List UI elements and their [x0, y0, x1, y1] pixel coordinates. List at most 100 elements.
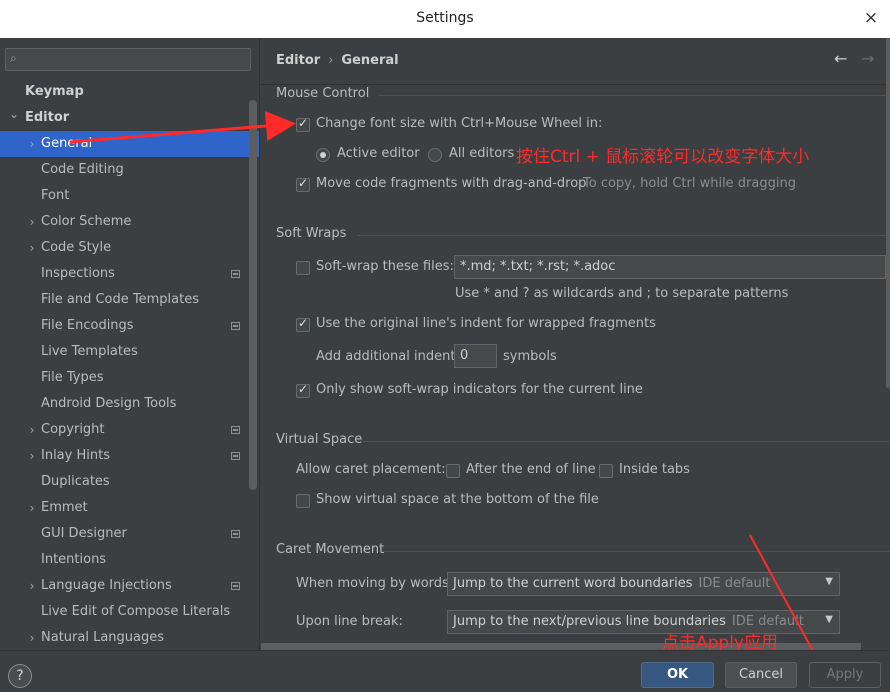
section-mouse-control: Mouse Control: [276, 86, 370, 101]
move-fragments-label: Move code fragments with drag-and-drop: [316, 176, 587, 191]
line-break-dropdown[interactable]: Jump to the next/previous line boundarie…: [447, 610, 840, 634]
sidebar-item-editor[interactable]: ⌄ Editor: [0, 105, 259, 131]
soft-wrap-patterns-input[interactable]: *.md; *.txt; *.rst; *.adoc: [454, 255, 886, 279]
sidebar-item-color-scheme[interactable]: › Color Scheme: [0, 209, 259, 235]
sidebar-item-label: Language Injections: [41, 578, 172, 593]
wildcard-hint: Use * and ? as wildcards and ; to separa…: [455, 286, 789, 301]
settings-sidebar: ⌕ Keymap ⌄ Editor › General Code Editing Font ›…: [0, 38, 260, 650]
sidebar-item-label: Duplicates: [41, 474, 110, 489]
help-icon[interactable]: ?: [8, 664, 32, 688]
sidebar-item-live-edit-of-compose-literals[interactable]: Live Edit of Compose Literals: [0, 599, 259, 625]
sidebar-item-file-and-code-templates[interactable]: File and Code Templates: [0, 287, 259, 313]
sidebar-item-label: File Types: [41, 370, 104, 385]
sidebar-item-label: Android Design Tools: [41, 396, 177, 411]
chevron-down-icon[interactable]: ⌄: [8, 101, 20, 127]
chevron-right-icon[interactable]: ›: [26, 573, 38, 599]
sidebar-item-general[interactable]: › General: [0, 131, 259, 157]
sidebar-item-font[interactable]: Font: [0, 183, 259, 209]
sidebar-item-label: Inlay Hints: [41, 448, 110, 463]
chevron-right-icon[interactable]: ›: [26, 209, 38, 235]
sidebar-item-label: General: [41, 136, 93, 151]
after-end-checkbox[interactable]: [446, 464, 460, 478]
sidebar-item-android-design-tools[interactable]: Android Design Tools: [0, 391, 259, 417]
sidebar-item-label: File Encodings: [41, 318, 134, 333]
sidebar-item-emmet[interactable]: › Emmet: [0, 495, 259, 521]
additional-indent-input[interactable]: 0: [454, 344, 497, 368]
chevron-right-icon[interactable]: ›: [26, 495, 38, 521]
active-editor-label: Active editor: [337, 146, 420, 161]
sidebar-item-label: Code Editing: [41, 162, 124, 177]
breadcrumb-general: General: [341, 53, 399, 68]
change-font-size-checkbox[interactable]: [296, 116, 310, 132]
sidebar-item-code-style[interactable]: › Code Style: [0, 235, 259, 261]
sidebar-item-live-templates[interactable]: Live Templates: [0, 339, 259, 365]
project-scope-icon: [231, 582, 240, 590]
inside-tabs-checkbox[interactable]: [599, 464, 613, 478]
active-editor-radio[interactable]: [316, 148, 330, 162]
symbols-label: symbols: [503, 349, 557, 364]
original-indent-checkbox[interactable]: [296, 316, 310, 332]
sidebar-item-keymap[interactable]: Keymap: [0, 79, 259, 105]
sidebar-item-label: Color Scheme: [41, 214, 132, 229]
sidebar-scrollbar[interactable]: [249, 100, 257, 490]
sidebar-item-natural-languages[interactable]: › Natural Languages: [0, 625, 259, 650]
move-fragments-checkbox[interactable]: [296, 176, 310, 192]
breadcrumb-separator: ›: [328, 53, 334, 68]
chevron-right-icon[interactable]: ›: [26, 235, 38, 261]
sidebar-item-duplicates[interactable]: Duplicates: [0, 469, 259, 495]
change-font-size-label: Change font size with Ctrl+Mouse Wheel i…: [316, 116, 603, 131]
additional-indent-label: Add additional indent:: [316, 349, 460, 364]
window-title: Settings: [416, 10, 474, 26]
search-input[interactable]: ⌕: [5, 48, 251, 71]
section-caret-movement: Caret Movement: [276, 542, 385, 557]
sidebar-item-label: Natural Languages: [41, 630, 165, 645]
project-scope-icon: [231, 452, 240, 460]
close-icon[interactable]: ×: [860, 6, 882, 30]
show-virtual-space-checkbox[interactable]: [296, 494, 310, 508]
section-divider: [383, 551, 890, 552]
original-indent-label: Use the original line's indent for wrapp…: [316, 316, 656, 331]
sidebar-item-file-encodings[interactable]: File Encodings: [0, 313, 259, 339]
only-current-line-checkbox[interactable]: [296, 382, 310, 398]
sidebar-item-inspections[interactable]: Inspections: [0, 261, 259, 287]
cancel-button[interactable]: Cancel: [725, 662, 797, 688]
sidebar-item-label: Live Edit of Compose Literals: [41, 604, 231, 619]
project-scope-icon: [231, 322, 240, 330]
by-words-dropdown[interactable]: Jump to the current word boundaries IDE d…: [447, 572, 840, 596]
soft-wrap-files-checkbox[interactable]: [296, 261, 310, 275]
sidebar-item-copyright[interactable]: › Copyright: [0, 417, 259, 443]
sidebar-item-gui-designer[interactable]: GUI Designer: [0, 521, 259, 547]
section-divider: [357, 235, 890, 236]
sidebar-item-language-injections[interactable]: › Language Injections: [0, 573, 259, 599]
chevron-right-icon[interactable]: ›: [26, 417, 38, 443]
section-soft-wraps: Soft Wraps: [276, 226, 347, 241]
all-editors-radio[interactable]: [428, 148, 442, 162]
chevron-right-icon[interactable]: ›: [26, 625, 38, 650]
sidebar-item-label: Intentions: [41, 552, 107, 567]
content-scrollbar[interactable]: [886, 38, 890, 388]
allow-caret-label: Allow caret placement:: [296, 462, 446, 477]
sidebar-item-file-types[interactable]: File Types: [0, 365, 259, 391]
sidebar-item-code-editing[interactable]: Code Editing: [0, 157, 259, 183]
chevron-right-icon[interactable]: ›: [26, 131, 38, 157]
sidebar-item-label: Font: [41, 188, 70, 203]
sidebar-item-label: Inspections: [41, 266, 115, 281]
sidebar-item-intentions[interactable]: Intentions: [0, 547, 259, 573]
all-editors-label: All editors: [449, 146, 515, 161]
by-words-label: When moving by words:: [296, 576, 454, 591]
move-fragments-hint: To copy, hold Ctrl while dragging: [583, 176, 796, 191]
chevron-right-icon[interactable]: ›: [26, 443, 38, 469]
forward-arrow-icon[interactable]: →: [861, 49, 874, 68]
line-break-default-tag: IDE default: [731, 614, 804, 629]
sidebar-item-label: Code Style: [41, 240, 112, 255]
back-arrow-icon[interactable]: ←: [834, 49, 847, 68]
sidebar-item-label: Live Templates: [41, 344, 138, 359]
ok-button[interactable]: OK: [641, 662, 714, 688]
after-end-label: After the end of line: [466, 462, 596, 477]
chevron-down-icon: ▼: [825, 614, 833, 625]
chevron-down-icon: ▼: [825, 576, 833, 587]
apply-button[interactable]: Apply: [809, 662, 881, 688]
sidebar-item-inlay-hints[interactable]: › Inlay Hints: [0, 443, 259, 469]
breadcrumb: Editor › General: [276, 53, 399, 68]
breadcrumb-editor[interactable]: Editor: [276, 53, 320, 68]
